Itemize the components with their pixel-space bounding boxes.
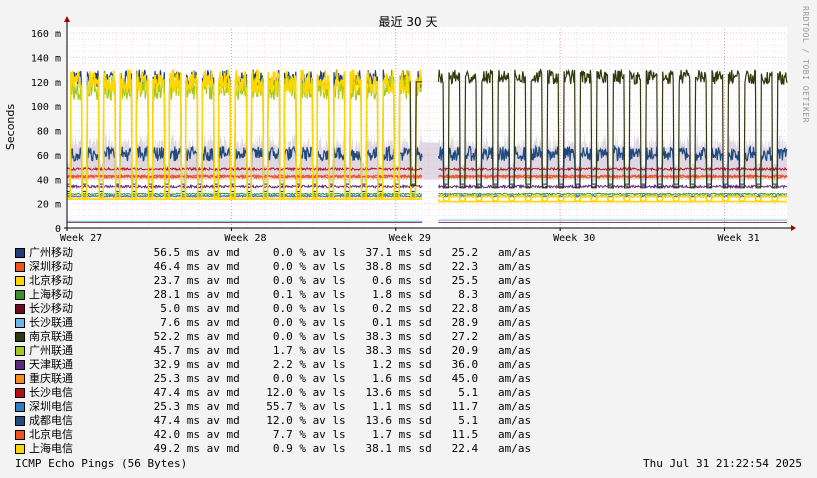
legend-stats: 45.7 ms av md 1.7 % av ls 38.3 ms sd 20.… <box>147 344 532 357</box>
legend-swatch <box>15 318 25 328</box>
x-tick-label: Week 31 <box>718 233 760 244</box>
legend-swatch <box>15 374 25 384</box>
legend-item: 深圳移动 46.4 ms av md 0.0 % av ls 38.8 ms s… <box>15 260 615 274</box>
watermark: RRDTOOL / TOBI OETIKER <box>801 6 810 123</box>
legend-stats: 47.4 ms av md 12.0 % av ls 13.6 ms sd 5.… <box>147 414 532 427</box>
legend-swatch <box>15 430 25 440</box>
y-tick-label: 100 m <box>31 102 61 113</box>
legend-series-name: 广州联通 <box>29 344 73 357</box>
legend-stats: 25.3 ms av md 55.7 % av ls 1.1 ms sd 11.… <box>147 400 532 413</box>
legend-swatch <box>15 276 25 286</box>
footer-timestamp: Thu Jul 31 21:22:54 2025 <box>643 457 802 470</box>
legend-swatch <box>15 332 25 342</box>
legend-swatch <box>15 388 25 398</box>
x-tick-label: Week 28 <box>224 233 266 244</box>
legend-item: 上海电信 49.2 ms av md 0.9 % av ls 38.1 ms s… <box>15 442 615 456</box>
legend-item: 上海移动 28.1 ms av md 0.1 % av ls 1.8 ms sd… <box>15 288 615 302</box>
x-tick-label: Week 29 <box>389 233 431 244</box>
legend-series-name: 深圳电信 <box>29 400 73 413</box>
y-axis-label: Seconds <box>4 104 17 150</box>
chart-title: 最近 30 天 <box>379 15 438 29</box>
x-tick-labels: Week 27 Week 28 Week 29 Week 30 Week 31 <box>60 228 760 244</box>
legend-series-name: 长沙移动 <box>29 302 73 315</box>
legend-item: 长沙电信 47.4 ms av md 12.0 % av ls 13.6 ms … <box>15 386 615 400</box>
legend-series-name: 北京移动 <box>29 274 73 287</box>
legend-stats: 5.0 ms av md 0.0 % av ls 0.2 ms sd 22.8 … <box>147 302 532 315</box>
legend-item: 长沙联通 7.6 ms av md 0.0 % av ls 0.1 ms sd … <box>15 316 615 330</box>
x-tick-label: Week 27 <box>60 233 102 244</box>
legend-series-name: 广州移动 <box>29 246 73 259</box>
y-tick-label: 120 m <box>31 78 61 89</box>
legend-item: 广州移动 56.5 ms av md 0.0 % av ls 37.1 ms s… <box>15 246 615 260</box>
y-tick-label: 40 m <box>37 175 61 186</box>
legend-stats: 7.6 ms av md 0.0 % av ls 0.1 ms sd 28.9 … <box>147 316 532 329</box>
legend-stats: 52.2 ms av md 0.0 % av ls 38.3 ms sd 27.… <box>147 330 532 343</box>
legend-item: 广州联通 45.7 ms av md 1.7 % av ls 38.3 ms s… <box>15 344 615 358</box>
legend-series-name: 南京联通 <box>29 330 73 343</box>
legend-stats: 32.9 ms av md 2.2 % av ls 1.2 ms sd 36.0… <box>147 358 532 371</box>
legend-stats: 47.4 ms av md 12.0 % av ls 13.6 ms sd 5.… <box>147 386 532 399</box>
y-tick-label: 80 m <box>37 127 61 138</box>
legend-series-name: 长沙电信 <box>29 386 73 399</box>
legend-stats: 49.2 ms av md 0.9 % av ls 38.1 ms sd 22.… <box>147 442 532 455</box>
y-tick-label: 20 m <box>37 200 61 211</box>
legend-item: 深圳电信 25.3 ms av md 55.7 % av ls 1.1 ms s… <box>15 400 615 414</box>
footer-probe-info: ICMP Echo Pings (56 Bytes) <box>15 457 188 470</box>
legend-series-name: 上海移动 <box>29 288 73 301</box>
legend-stats: 42.0 ms av md 7.7 % av ls 1.7 ms sd 11.5… <box>147 428 532 441</box>
y-tick-label: 60 m <box>37 151 61 162</box>
legend-swatch <box>15 248 25 258</box>
legend-series-name: 深圳移动 <box>29 260 73 273</box>
legend-swatch <box>15 346 25 356</box>
legend-item: 天津联通 32.9 ms av md 2.2 % av ls 1.2 ms sd… <box>15 358 615 372</box>
y-tick-labels: 020 m40 m60 m80 m100 m120 m140 m160 m <box>31 29 61 235</box>
legend-series-name: 成都电信 <box>29 414 73 427</box>
legend-series-name: 北京电信 <box>29 428 73 441</box>
x-axis-arrow <box>791 225 796 231</box>
legend-stats: 23.7 ms av md 0.0 % av ls 0.6 ms sd 25.5… <box>147 274 532 287</box>
legend-item: 北京移动 23.7 ms av md 0.0 % av ls 0.6 ms sd… <box>15 274 615 288</box>
legend-swatch <box>15 360 25 370</box>
legend-series-name: 天津联通 <box>29 358 73 371</box>
x-tick-label: Week 30 <box>553 233 595 244</box>
legend-stats: 56.5 ms av md 0.0 % av ls 37.1 ms sd 25.… <box>147 246 532 259</box>
legend-swatch <box>15 304 25 314</box>
legend-stats: 25.3 ms av md 0.0 % av ls 1.6 ms sd 45.0… <box>147 372 532 385</box>
legend: 广州移动 56.5 ms av md 0.0 % av ls 37.1 ms s… <box>15 246 615 456</box>
smokeping-graph: 最近 30 天 Seconds 0 20 m 40 m 60 m 80 m 100 m 12… <box>0 0 817 478</box>
legend-swatch <box>15 416 25 426</box>
y-tick-label: 140 m <box>31 53 61 64</box>
legend-item: 重庆联通 25.3 ms av md 0.0 % av ls 1.6 ms sd… <box>15 372 615 386</box>
y-tick-label: 160 m <box>31 29 61 40</box>
legend-stats: 28.1 ms av md 0.1 % av ls 1.8 ms sd 8.3 … <box>147 288 532 301</box>
y-axis-arrow <box>64 16 70 22</box>
legend-swatch <box>15 262 25 272</box>
legend-series-name: 上海电信 <box>29 442 73 455</box>
legend-item: 北京电信 42.0 ms av md 7.7 % av ls 1.7 ms sd… <box>15 428 615 442</box>
legend-swatch <box>15 402 25 412</box>
legend-item: 长沙移动 5.0 ms av md 0.0 % av ls 0.2 ms sd … <box>15 302 615 316</box>
legend-item: 成都电信 47.4 ms av md 12.0 % av ls 13.6 ms … <box>15 414 615 428</box>
legend-swatch <box>15 290 25 300</box>
legend-series-name: 重庆联通 <box>29 372 73 385</box>
legend-item: 南京联通 52.2 ms av md 0.0 % av ls 38.3 ms s… <box>15 330 615 344</box>
legend-stats: 46.4 ms av md 0.0 % av ls 38.8 ms sd 22.… <box>147 260 532 273</box>
legend-series-name: 长沙联通 <box>29 316 73 329</box>
legend-swatch <box>15 444 25 454</box>
